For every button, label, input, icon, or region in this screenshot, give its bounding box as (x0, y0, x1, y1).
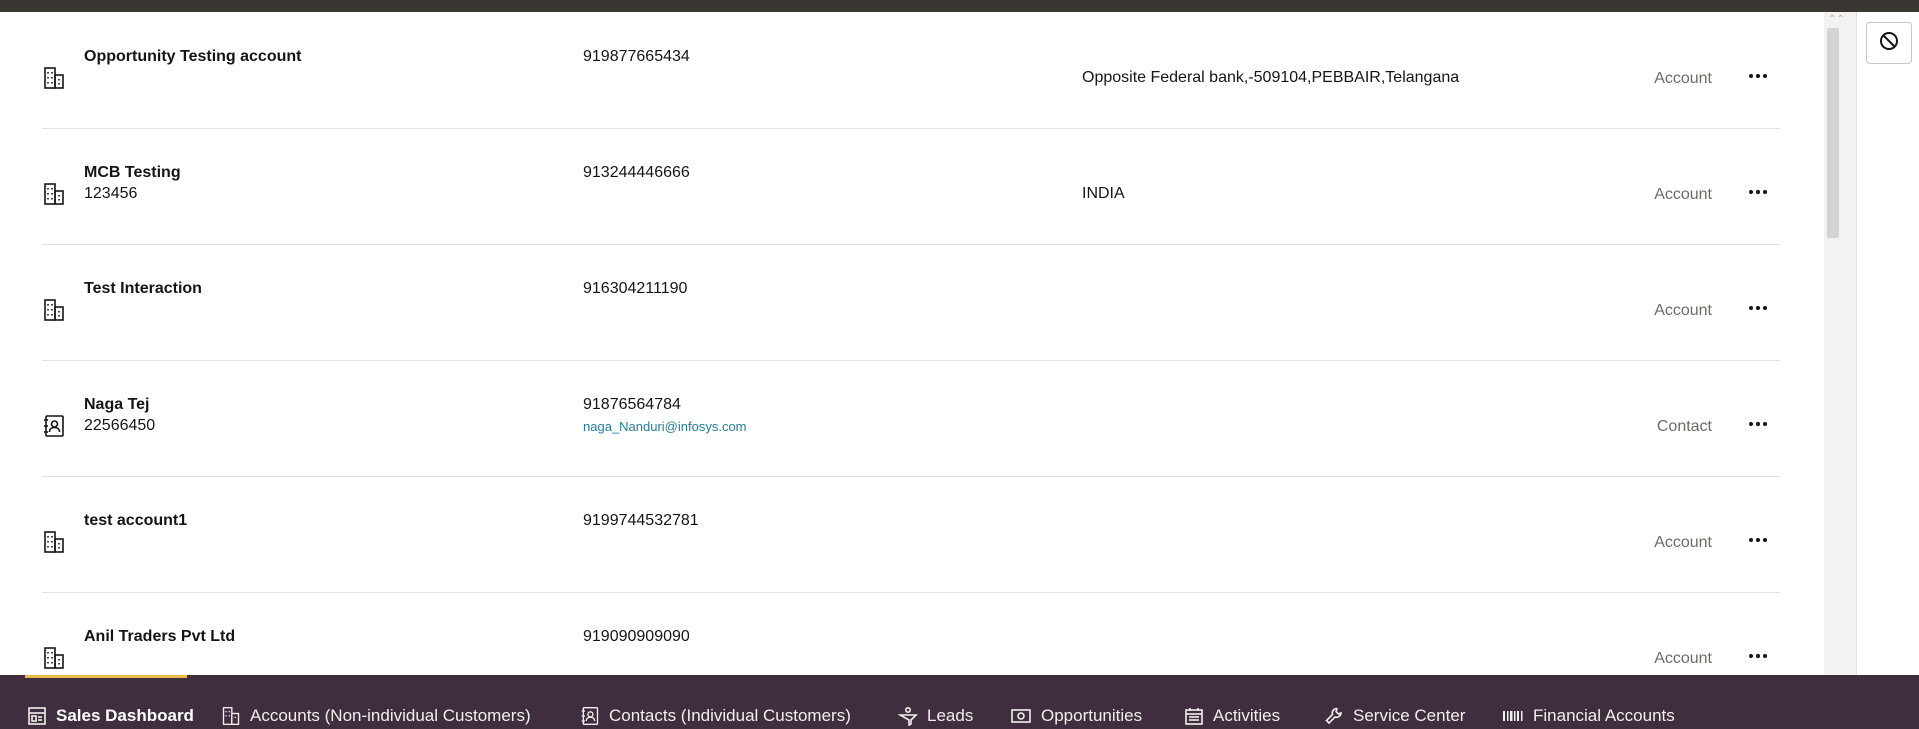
list-item[interactable]: test account1 9199744532781 Account (42, 476, 1780, 593)
record-type: Account (1654, 302, 1712, 319)
record-name[interactable]: Naga Tej (84, 396, 150, 414)
more-actions-icon[interactable] (1746, 416, 1770, 432)
more-actions-icon[interactable] (1746, 532, 1770, 548)
record-phone: 916304211190 (583, 280, 688, 297)
record-address: INDIA (1082, 185, 1125, 202)
nav-activities[interactable]: Activities (1184, 706, 1280, 726)
money-icon (1011, 709, 1031, 723)
nav-contacts[interactable]: Contacts (Individual Customers) (580, 706, 851, 726)
record-phone: 9199744532781 (583, 512, 699, 529)
nav-leads[interactable]: Leads (898, 706, 973, 726)
scroll-up-arrow-icon[interactable]: ⌃⌃ (1828, 14, 1845, 25)
nav-service-center[interactable]: Service Center (1324, 706, 1465, 726)
building-icon (42, 646, 66, 670)
list-item[interactable]: Anil Traders Pvt Ltd 919090909090 Accoun… (42, 592, 1780, 675)
more-actions-icon[interactable] (1746, 648, 1770, 664)
results-list: Opportunity Testing account 919877665434… (0, 12, 1824, 675)
dashboard-icon (28, 707, 46, 725)
record-type: Contact (1656, 418, 1712, 435)
nav-label: Sales Dashboard (56, 706, 194, 725)
top-bar (0, 0, 1919, 12)
list-item[interactable]: Test Interaction 916304211190 Account (42, 244, 1780, 361)
record-type: Account (1654, 534, 1712, 551)
record-phone: 919877665434 (583, 48, 690, 65)
record-phone: 91876564784 (583, 396, 681, 413)
nav-financial-accounts[interactable]: Financial Accounts (1502, 706, 1675, 726)
record-address: Opposite Federal bank,-509104,PEBBAIR,Te… (1082, 69, 1460, 86)
building-icon (42, 66, 66, 90)
contact-card-icon (581, 707, 599, 725)
list-item[interactable]: MCB Testing 123456 913244446666 INDIA Ac… (42, 128, 1780, 245)
building-icon (222, 707, 240, 725)
active-tab-indicator (25, 675, 187, 678)
list-item[interactable]: Opportunity Testing account 919877665434… (42, 12, 1780, 129)
nav-label: Leads (927, 706, 974, 725)
nav-label: Accounts (Non-individual Customers) (250, 706, 531, 725)
nav-label: Financial Accounts (1533, 706, 1675, 725)
more-actions-icon[interactable] (1746, 300, 1770, 316)
record-name[interactable]: Opportunity Testing account (84, 48, 301, 66)
record-type: Account (1654, 186, 1712, 203)
nav-label: Contacts (Individual Customers) (609, 706, 851, 725)
record-name[interactable]: Test Interaction (84, 280, 202, 298)
nav-label: Activities (1213, 706, 1281, 725)
record-number: 123456 (84, 185, 138, 202)
building-icon (42, 298, 66, 322)
record-type: Account (1654, 650, 1712, 667)
record-phone: 913244446666 (583, 164, 690, 181)
record-phone: 919090909090 (583, 628, 690, 645)
nav-accounts[interactable]: Accounts (Non-individual Customers) (221, 706, 531, 726)
list-item[interactable]: Naga Tej 22566450 91876564784 naga_Nandu… (42, 360, 1780, 477)
block-icon (1878, 30, 1900, 57)
more-actions-icon[interactable] (1746, 68, 1770, 84)
record-email-link[interactable]: naga_Nanduri@infosys.com (583, 419, 747, 434)
building-icon (42, 530, 66, 554)
contact-card-icon (42, 414, 66, 438)
calendar-icon (1185, 708, 1203, 725)
leads-icon (898, 706, 918, 726)
barcode-icon (1503, 711, 1523, 721)
record-name[interactable]: Anil Traders Pvt Ltd (84, 628, 235, 646)
record-type: Account (1654, 70, 1712, 87)
block-button[interactable] (1866, 22, 1912, 64)
nav-opportunities[interactable]: Opportunities (1010, 706, 1142, 726)
scrollbar-thumb[interactable] (1827, 28, 1839, 238)
record-name[interactable]: MCB Testing (84, 164, 181, 182)
nav-label: Service Center (1353, 706, 1466, 725)
record-number: 22566450 (84, 417, 156, 434)
nav-sales-dashboard[interactable]: Sales Dashboard (27, 706, 194, 726)
right-side-panel (1856, 12, 1919, 675)
building-icon (42, 182, 66, 206)
more-actions-icon[interactable] (1746, 184, 1770, 200)
nav-label: Opportunities (1041, 706, 1143, 725)
wrench-icon (1325, 707, 1342, 725)
record-name[interactable]: test account1 (84, 512, 187, 530)
